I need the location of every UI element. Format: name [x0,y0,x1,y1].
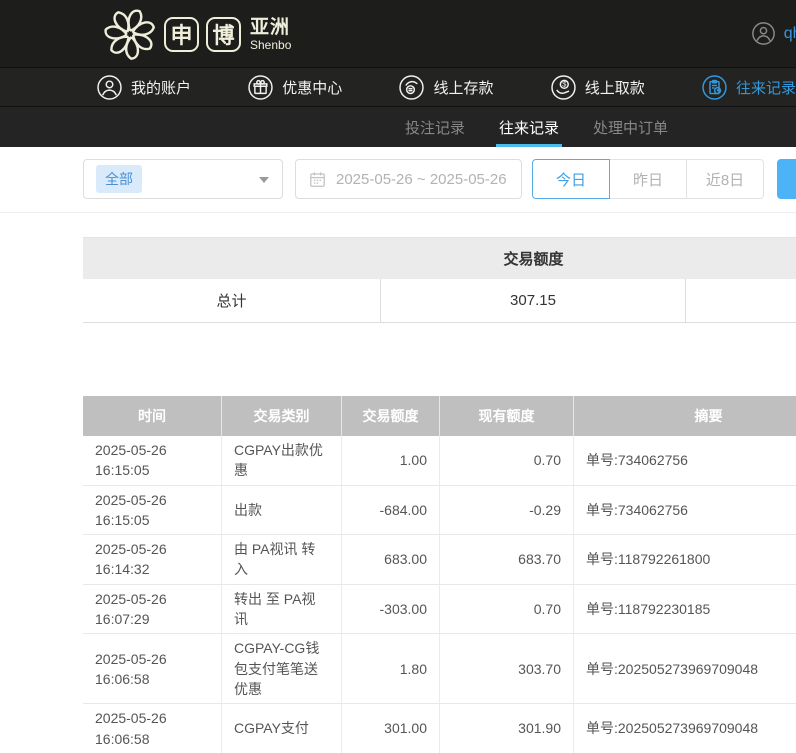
column-header-time: 时间 [83,396,222,436]
calendar-icon [308,170,327,189]
cell-summary: 单号:118792230185 [574,585,796,634]
yesterday-button[interactable]: 昨日 [609,159,687,199]
column-header-type: 交易类别 [222,396,342,436]
tab-betting-records[interactable]: 投注记录 [405,107,465,147]
last-8-days-button[interactable]: 近8日 [686,159,764,199]
today-button[interactable]: 今日 [532,159,610,199]
tab-processing-orders[interactable]: 处理中订单 [593,107,668,147]
filter-bar: 全部 2025-05-26 ~ 2025-05-26 今日 昨日 近8日 [0,147,796,213]
cell-summary: 单号:202505273969709048 [574,704,796,753]
table-row: 2025-05-26 16:14:32 由 PA视讯 转入 683.00 683… [83,535,796,585]
sub-nav: 投注记录 往来记录 处理中订单 [0,107,796,147]
nav-item-promotions[interactable]: 优惠中心 [247,74,342,101]
table-body: 2025-05-26 16:15:05 CGPAY出款优惠 1.00 0.70 … [83,436,796,753]
username-text[interactable]: qhhw [784,25,796,43]
summary-header-label: 交易额度 [381,238,686,279]
tab-transaction-records[interactable]: 往来记录 [499,107,559,147]
logo-char-1: 申 [164,17,199,52]
summary-total-value: 307.15 [381,279,686,322]
cell-balance: 683.70 [440,535,574,584]
column-header-balance: 现有额度 [440,396,574,436]
table-row: 2025-05-26 16:15:05 出款 -684.00 -0.29 单号:… [83,486,796,536]
cell-amount: 683.00 [342,535,440,584]
transactions-table: 时间 交易类别 交易额度 现有额度 摘要 2025-05-26 16:15:05… [83,396,796,753]
summary-total-row: 总计 307.15 [83,279,796,323]
cell-balance: 303.70 [440,634,574,703]
cell-balance: 0.70 [440,436,574,485]
withdraw-icon: $ [550,74,577,101]
cell-amount: 301.00 [342,704,440,753]
nav-item-my-account[interactable]: 我的账户 [96,74,191,101]
transaction-records-page: 申 博 亚洲 Shenbo qhhw 我的账户 [0,0,796,753]
type-filter-dropdown[interactable]: 全部 [83,159,283,199]
svg-text:$: $ [562,79,566,88]
summary-empty-cell [686,279,796,322]
chevron-down-icon [259,177,269,183]
cell-summary: 单号:734062756 [574,436,796,485]
logo-char-2: 博 [206,17,241,52]
column-header-summary: 摘要 [574,396,796,436]
nav-item-label: 线上取款 [585,77,645,98]
logo-region-cn: 亚洲 [250,18,291,37]
logo-subtitle: Shenbo [250,39,291,51]
cell-amount: 1.80 [342,634,440,703]
table-header-row: 时间 交易类别 交易额度 现有额度 摘要 [83,396,796,436]
cell-time: 2025-05-26 16:07:29 [83,585,222,634]
table-row: 2025-05-26 16:06:58 CGPAY支付 301.00 301.9… [83,704,796,753]
tab-label: 往来记录 [499,117,559,138]
summary-header-row: 交易额度 [83,238,796,279]
date-range-picker[interactable]: 2025-05-26 ~ 2025-05-26 [295,159,522,199]
quick-date-buttons: 今日 昨日 近8日 [532,159,764,199]
nav-item-records[interactable]: 往来记录 [701,74,796,101]
user-icon [96,74,123,101]
cell-summary: 单号:202505273969709048 [574,634,796,703]
cell-amount: -684.00 [342,486,440,535]
account-menu[interactable]: qhhw [751,0,796,67]
tab-label: 处理中订单 [593,117,668,138]
nav-item-label: 往来记录 [736,77,796,98]
cell-time: 2025-05-26 16:06:58 [83,634,222,703]
cell-amount: 1.00 [342,436,440,485]
table-row: 2025-05-26 16:06:58 CGPAY-CG钱包支付笔笔送优惠 1.… [83,634,796,704]
nav-item-withdraw[interactable]: $ 线上取款 [550,74,645,101]
cell-type: CGPAY-CG钱包支付笔笔送优惠 [222,634,342,703]
table-row: 2025-05-26 16:07:29 转出 至 PA视讯 -303.00 0.… [83,585,796,635]
cell-summary: 单号:734062756 [574,486,796,535]
selected-filter-chip: 全部 [96,165,142,193]
column-header-amount: 交易额度 [342,396,440,436]
cell-amount: -303.00 [342,585,440,634]
main-nav: 我的账户 优惠中心 线上存款 [0,67,796,107]
cell-time: 2025-05-26 16:15:05 [83,486,222,535]
records-icon [701,74,728,101]
tab-label: 投注记录 [405,117,465,138]
flower-logo-icon [103,7,157,61]
table-row: 2025-05-26 16:15:05 CGPAY出款优惠 1.00 0.70 … [83,436,796,486]
nav-item-label: 线上存款 [433,77,493,98]
gift-icon [247,74,274,101]
date-range-text: 2025-05-26 ~ 2025-05-26 [336,171,507,188]
logo-region: 亚洲 Shenbo [250,18,291,51]
cell-type: 由 PA视讯 转入 [222,535,342,584]
cell-time: 2025-05-26 16:14:32 [83,535,222,584]
nav-item-label: 我的账户 [131,77,191,98]
cell-type: CGPAY支付 [222,704,342,753]
cell-time: 2025-05-26 16:06:58 [83,704,222,753]
brand-logo: 申 博 亚洲 Shenbo [103,7,291,61]
nav-item-label: 优惠中心 [282,77,342,98]
search-button[interactable] [777,159,796,199]
deposit-icon [398,74,425,101]
top-header: 申 博 亚洲 Shenbo qhhw [0,0,796,67]
cell-balance: 301.90 [440,704,574,753]
cell-time: 2025-05-26 16:15:05 [83,436,222,485]
user-avatar-icon [751,21,776,46]
cell-balance: 0.70 [440,585,574,634]
cell-type: 转出 至 PA视讯 [222,585,342,634]
summary-row-label: 总计 [83,279,381,322]
nav-item-deposit[interactable]: 线上存款 [398,74,493,101]
summary-table: 交易额度 总计 307.15 [83,237,796,323]
cell-type: 出款 [222,486,342,535]
cell-type: CGPAY出款优惠 [222,436,342,485]
cell-balance: -0.29 [440,486,574,535]
cell-summary: 单号:118792261800 [574,535,796,584]
